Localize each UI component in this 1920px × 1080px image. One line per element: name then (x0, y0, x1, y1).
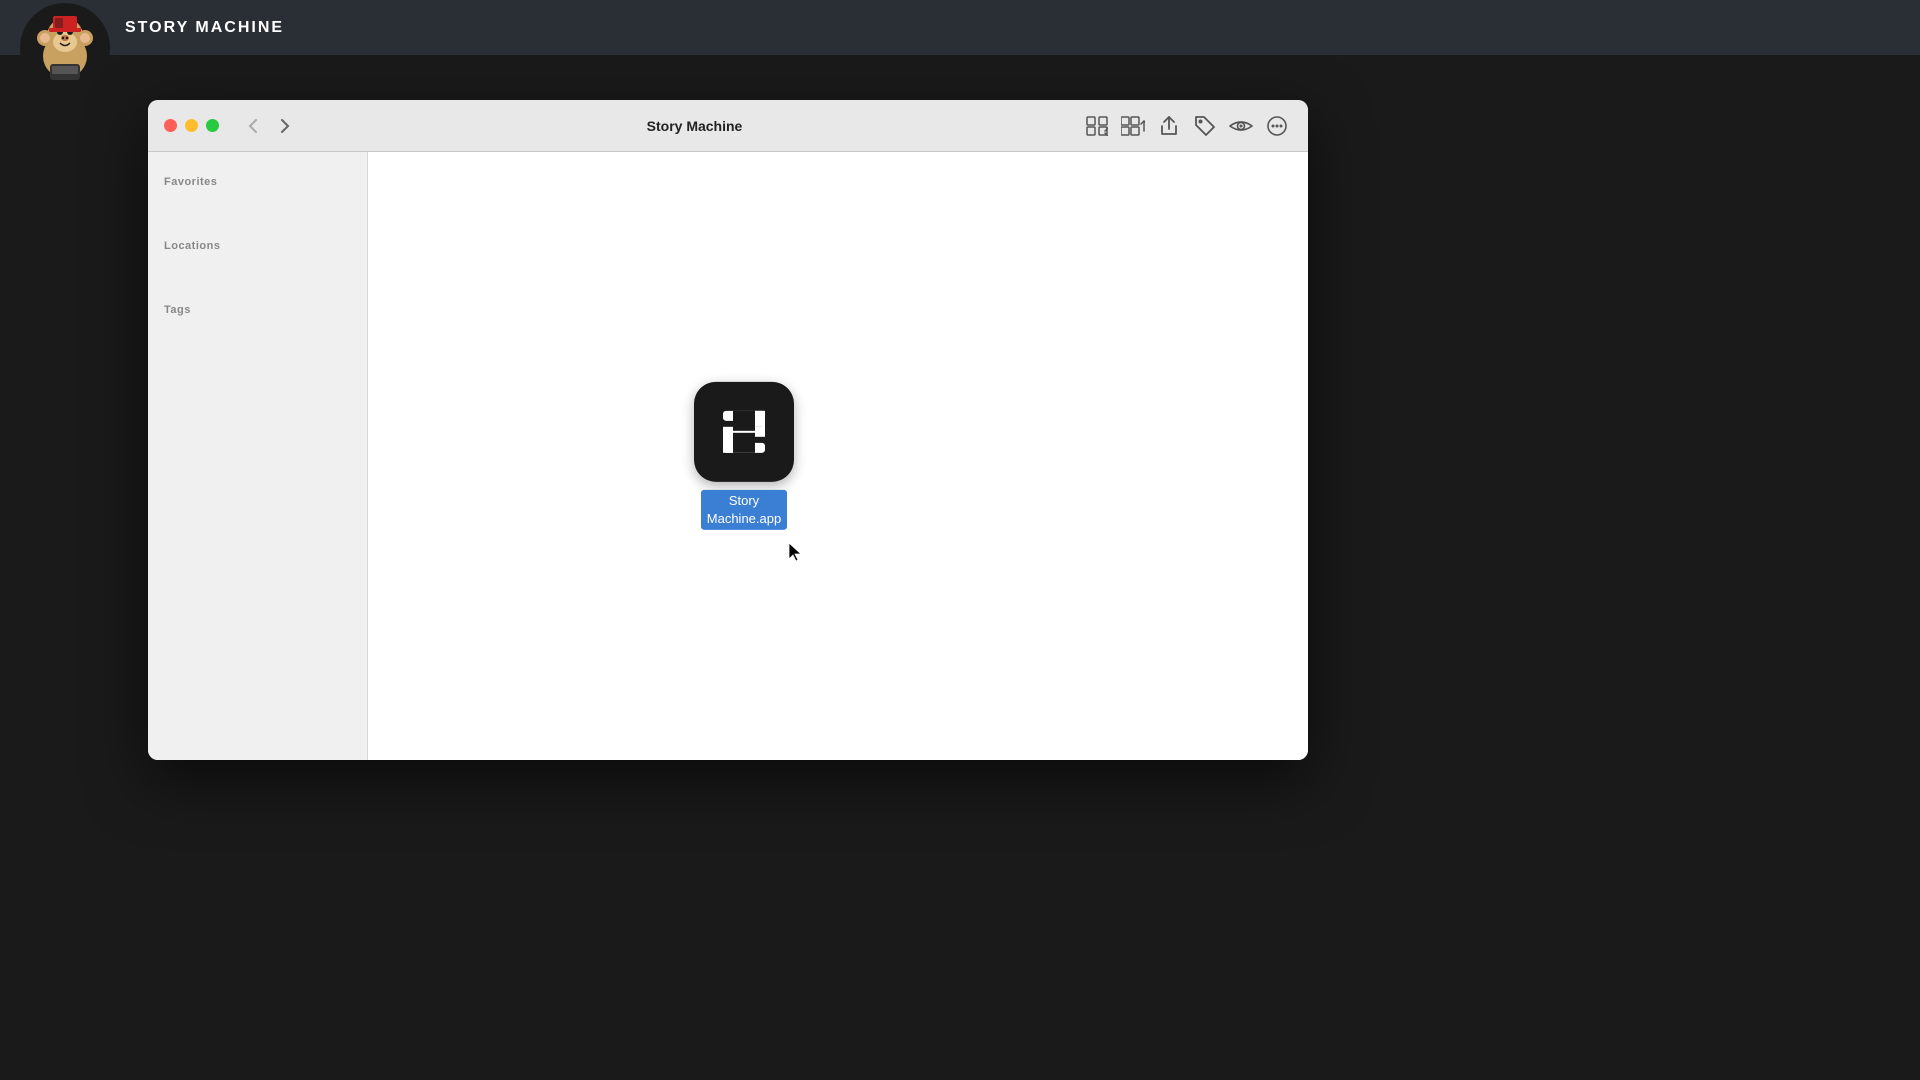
eye-icon (1229, 118, 1253, 134)
share-icon (1160, 115, 1178, 137)
more-options-button[interactable] (1262, 111, 1292, 141)
app-label-line1: Story (707, 492, 781, 510)
toolbar-actions (1082, 111, 1292, 141)
window-controls (164, 119, 219, 132)
maximize-button[interactable] (206, 119, 219, 132)
sidebar-tags-label: Tags (148, 296, 367, 320)
sidebar-locations-label: Locations (148, 232, 367, 256)
arrange-icon (1121, 116, 1145, 136)
tag-button[interactable] (1190, 111, 1220, 141)
app-label-line2: Machine.app (707, 510, 781, 528)
background-left (0, 55, 148, 1080)
app-logo (20, 3, 110, 93)
finder-content: Story Machine.app (368, 152, 1308, 760)
app-icon (694, 382, 794, 482)
finder-window: Story Machine (148, 100, 1308, 760)
monkey-icon (25, 8, 105, 88)
more-options-icon (1266, 115, 1288, 137)
finder-toolbar: Story Machine (148, 100, 1308, 152)
forward-icon (280, 118, 290, 134)
view-options-icon (1086, 116, 1108, 136)
forward-button[interactable] (271, 112, 299, 140)
menu-bar-title: STORY MACHINE (125, 19, 284, 37)
tag-icon (1194, 115, 1216, 137)
share-button[interactable] (1154, 111, 1184, 141)
minimize-button[interactable] (185, 119, 198, 132)
sidebar-favorites-label: Favorites (148, 168, 367, 192)
toolbar-title: Story Machine (317, 118, 1072, 134)
preview-button[interactable] (1226, 111, 1256, 141)
close-button[interactable] (164, 119, 177, 132)
toolbar-nav (239, 112, 299, 140)
app-icon-container[interactable]: Story Machine.app (694, 382, 794, 530)
menu-bar: STORY MACHINE (0, 0, 1920, 55)
arrange-button[interactable] (1118, 111, 1148, 141)
cursor-icon (788, 542, 802, 562)
back-icon (248, 118, 258, 134)
view-options-button[interactable] (1082, 111, 1112, 141)
finder-sidebar: Favorites Locations Tags (148, 152, 368, 760)
finder-body: Favorites Locations Tags (148, 152, 1308, 760)
back-button[interactable] (239, 112, 267, 140)
story-machine-icon-svg (709, 397, 779, 467)
app-icon-label: Story Machine.app (701, 490, 787, 530)
